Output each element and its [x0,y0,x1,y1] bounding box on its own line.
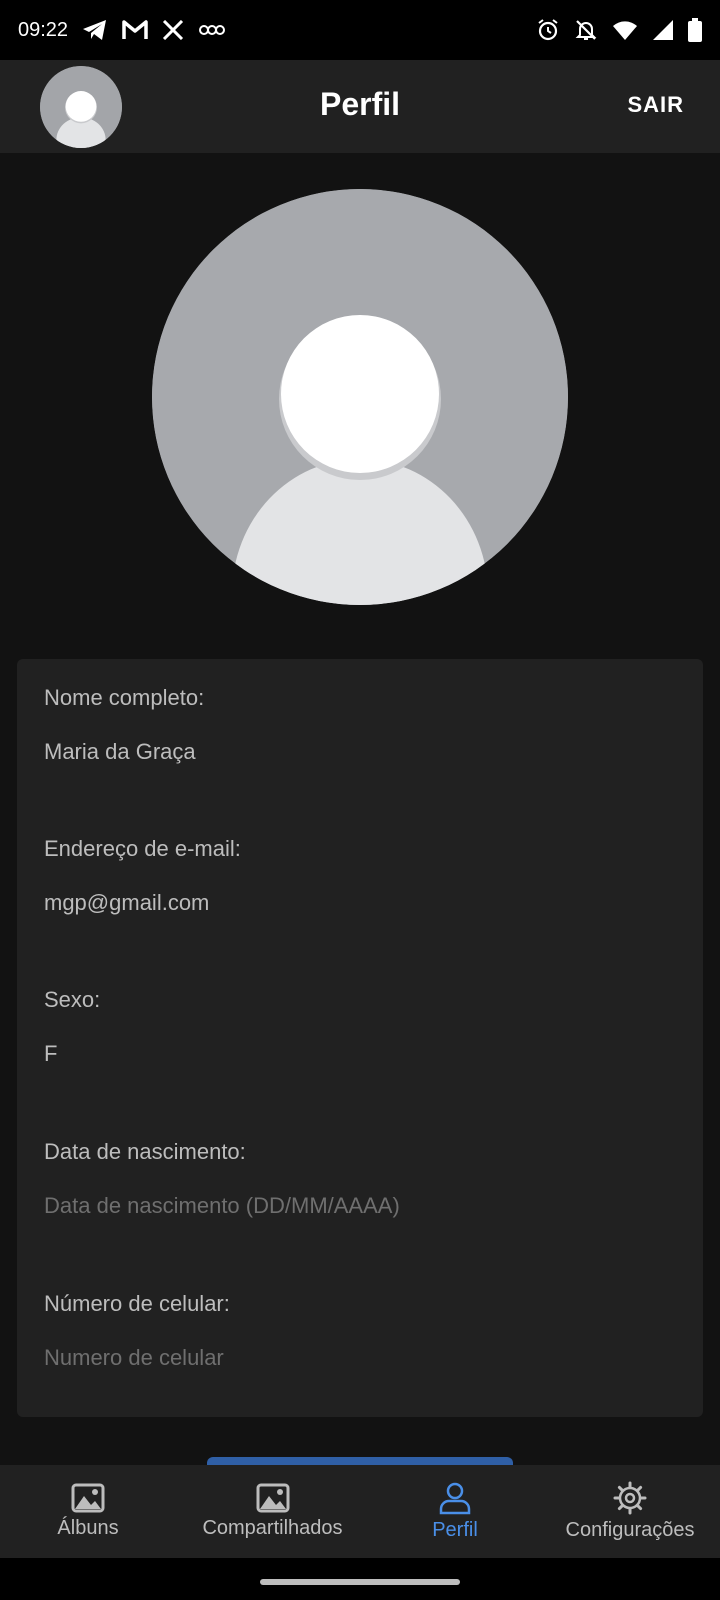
status-bar-right [536,18,702,42]
bottom-nav: Álbuns Compartilhados Perfil Configuraçõ… [0,1465,720,1558]
nav-item-label: Configurações [565,1519,695,1541]
wifi-icon [612,19,638,41]
gender-field[interactable]: F [44,1041,57,1067]
status-bar: 09:22 [0,0,720,60]
battery-icon [688,18,702,42]
gear-icon [613,1481,647,1515]
gesture-area [0,1558,720,1600]
voicemail-icon [198,23,226,37]
app-bar: Perfil SAIR [0,60,720,153]
page-title: Perfil [319,86,401,122]
gender-label: Sexo: [44,987,101,1012]
notifications-off-icon [574,18,598,42]
profile-photo[interactable] [152,189,568,605]
x-icon [162,20,184,40]
email-label: Endereço de e-mail: [44,836,241,861]
full-name-field[interactable]: Maria da Graça [44,739,196,765]
birthdate-field[interactable]: Data de nascimento (DD/MM/AAAA) [44,1193,400,1219]
avatar-placeholder-icon [152,189,568,605]
logout-button[interactable]: SAIR [627,92,684,118]
nav-item-compartilhados[interactable]: Compartilhados [190,1465,355,1558]
nav-item-albuns[interactable]: Álbuns [28,1465,148,1558]
gmail-icon [122,20,148,40]
status-bar-left: 09:22 [18,19,226,42]
nav-item-label: Perfil [432,1519,478,1541]
status-time: 09:22 [18,18,69,41]
phone-label: Número de celular: [44,1291,230,1316]
profile-form-card: Nome completo: Maria da Graça Endereço d… [17,659,703,1417]
person-icon [439,1482,471,1515]
telegram-icon [82,19,108,41]
full-name-label: Nome completo: [44,685,205,710]
signal-icon [652,19,674,41]
home-gesture-handle[interactable] [260,1579,460,1585]
image-icon [256,1483,289,1513]
birthdate-label: Data de nascimento: [44,1139,246,1164]
nav-item-label: Álbuns [57,1517,119,1539]
phone-field[interactable]: Numero de celular [44,1345,224,1371]
nav-item-label: Compartilhados [202,1517,343,1539]
image-icon [71,1483,105,1513]
nav-item-configuracoes[interactable]: Configurações [555,1465,705,1558]
nav-item-perfil[interactable]: Perfil [405,1465,505,1558]
email-field[interactable]: mgp@gmail.com [44,890,209,916]
alarm-icon [536,18,560,42]
